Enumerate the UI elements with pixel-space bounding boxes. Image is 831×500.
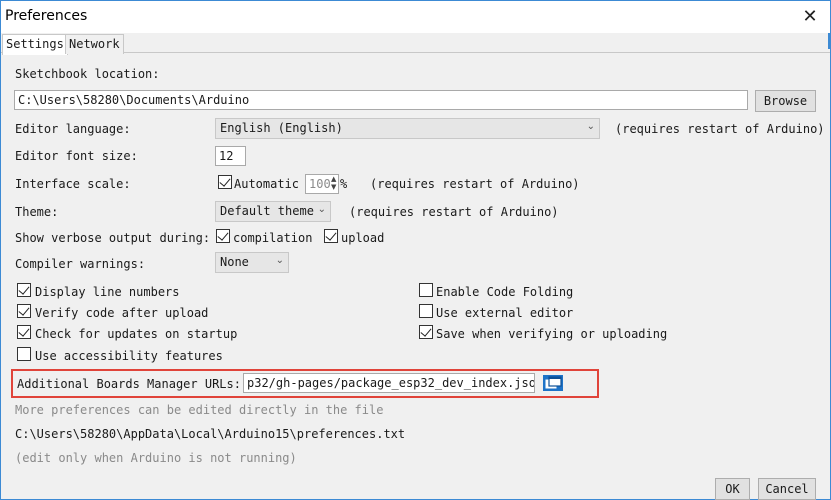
code-folding-checkbox[interactable] bbox=[419, 283, 433, 297]
chevron-down-icon: ⌄ bbox=[275, 255, 284, 266]
more-preferences-note: More preferences can be edited directly … bbox=[15, 403, 384, 417]
scale-unit: % bbox=[340, 177, 348, 191]
font-size-label: Editor font size: bbox=[15, 149, 138, 163]
cancel-button[interactable]: Cancel bbox=[758, 478, 816, 500]
verify-after-upload-checkbox[interactable] bbox=[17, 304, 31, 318]
theme-select[interactable]: Default theme ⌄ bbox=[215, 201, 331, 222]
theme-value: Default theme bbox=[220, 204, 314, 218]
check-updates-checkbox[interactable] bbox=[17, 325, 31, 339]
sketchbook-label: Sketchbook location: bbox=[15, 67, 160, 81]
external-editor-checkbox[interactable] bbox=[419, 304, 433, 318]
interface-scale-note: (requires restart of Arduino) bbox=[370, 177, 580, 191]
preferences-window: Preferences ✕ Settings Network Sketchboo… bbox=[0, 0, 831, 500]
compiler-warnings-value: None bbox=[220, 255, 249, 269]
theme-note: (requires restart of Arduino) bbox=[349, 205, 559, 219]
external-editor-label: Use external editor bbox=[436, 306, 574, 320]
display-line-numbers-checkbox[interactable] bbox=[17, 283, 31, 297]
ok-button[interactable]: OK bbox=[715, 478, 750, 500]
verbose-upload-checkbox[interactable] bbox=[324, 229, 338, 243]
check-updates-label: Check for updates on startup bbox=[35, 327, 238, 341]
display-line-numbers-label: Display line numbers bbox=[35, 285, 180, 299]
boards-manager-label: Additional Boards Manager URLs: bbox=[17, 377, 241, 391]
chevron-down-icon: ⌄ bbox=[317, 204, 326, 215]
theme-label: Theme: bbox=[15, 205, 59, 219]
automatic-scale-label: Automatic bbox=[234, 177, 300, 191]
preferences-file-path: C:\Users\58280\AppData\Local\Arduino15\p… bbox=[15, 427, 406, 441]
tab-bar: Settings Network bbox=[1, 33, 830, 55]
verbose-upload-label: upload bbox=[341, 231, 385, 245]
scale-spinner-icon[interactable]: ▲ ▼ bbox=[331, 175, 339, 193]
sketchbook-path-input[interactable]: C:\Users\58280\Documents\Arduino bbox=[14, 90, 748, 110]
verbose-compilation-checkbox[interactable] bbox=[216, 229, 230, 243]
tab-network-label: Network bbox=[69, 37, 120, 51]
compiler-warnings-label: Compiler warnings: bbox=[15, 257, 146, 271]
interface-scale-label: Interface scale: bbox=[15, 177, 131, 191]
edit-note: (edit only when Arduino is not running) bbox=[15, 451, 297, 465]
close-icon[interactable]: ✕ bbox=[796, 5, 824, 29]
open-window-icon[interactable] bbox=[542, 373, 564, 393]
tab-settings-label: Settings bbox=[6, 37, 64, 51]
verbose-compilation-label: compilation bbox=[233, 231, 313, 245]
compiler-warnings-select[interactable]: None ⌄ bbox=[215, 252, 289, 273]
font-size-input[interactable]: 12 bbox=[215, 146, 246, 166]
verify-after-upload-label: Verify code after upload bbox=[35, 306, 209, 320]
editor-language-value: English (English) bbox=[220, 121, 343, 135]
boards-manager-urls-input[interactable]: p32/gh-pages/package_esp32_dev_index.jso… bbox=[243, 373, 535, 393]
editor-language-select[interactable]: English (English) ⌄ bbox=[215, 118, 600, 139]
save-on-verify-label: Save when verifying or uploading bbox=[436, 327, 668, 341]
accessibility-label: Use accessibility features bbox=[35, 349, 223, 363]
automatic-scale-checkbox[interactable] bbox=[218, 175, 232, 189]
save-on-verify-checkbox[interactable] bbox=[419, 325, 433, 339]
chevron-down-icon: ⌄ bbox=[586, 121, 595, 132]
verbose-label: Show verbose output during: bbox=[15, 231, 211, 245]
window-title: Preferences bbox=[5, 8, 88, 24]
editor-language-label: Editor language: bbox=[15, 122, 131, 136]
code-folding-label: Enable Code Folding bbox=[436, 285, 574, 299]
editor-language-note: (requires restart of Arduino) bbox=[615, 122, 825, 136]
tab-settings[interactable]: Settings bbox=[2, 34, 68, 55]
accessibility-checkbox[interactable] bbox=[17, 347, 31, 361]
tab-network[interactable]: Network bbox=[65, 34, 124, 54]
browse-button[interactable]: Browse bbox=[755, 90, 816, 112]
title-bar: Preferences ✕ bbox=[1, 1, 830, 33]
